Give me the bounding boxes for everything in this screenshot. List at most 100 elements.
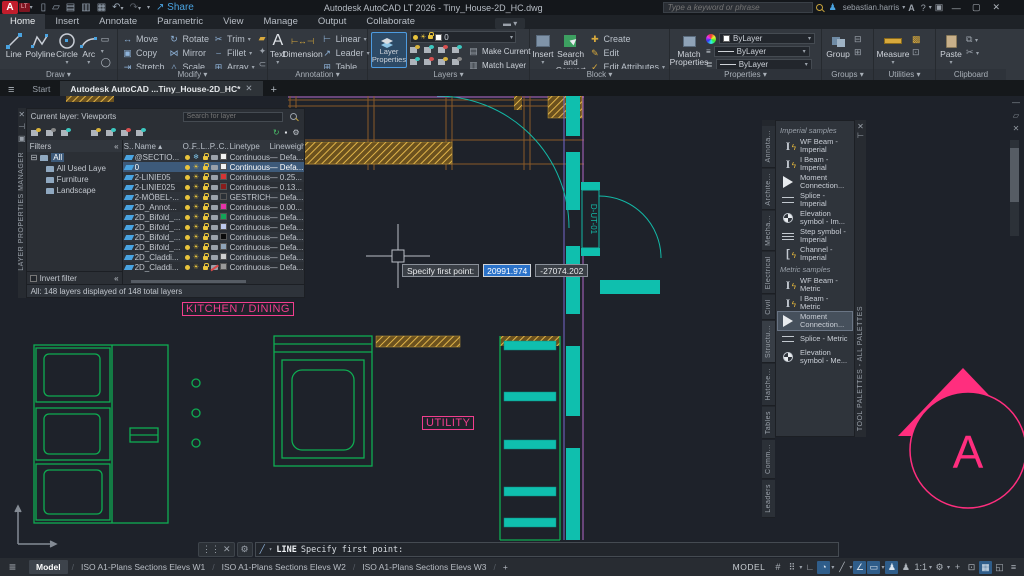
customization-gear-icon-caret[interactable]: ▾ (947, 564, 950, 571)
layer-hscrollbar[interactable] (131, 280, 247, 283)
ribbon-tab-home[interactable]: Home (0, 14, 45, 29)
annotation-scale-caret[interactable]: ▾ (929, 564, 932, 571)
canvas-scrollbar[interactable] (1010, 140, 1019, 236)
help-caret-icon[interactable]: ▾ (929, 4, 932, 11)
autoscale-icon[interactable]: ♟ (899, 561, 912, 574)
layout-tab-2[interactable]: ISO A1-Plans Sections Elevs W2 (215, 562, 353, 572)
fillet-button[interactable]: ⌣Fillet ▾ (213, 47, 255, 59)
toggle-override-icon[interactable]: ▪ (285, 128, 288, 137)
new-layer-icon[interactable] (91, 128, 101, 137)
layer-list-header[interactable]: S.. Name ▴ O.. F.. L.. P.. C.. Linetype … (123, 140, 304, 152)
new-file-tab-button[interactable]: + (263, 84, 285, 96)
filter-tree-node[interactable]: Landscape (27, 185, 122, 196)
help-icon[interactable]: ? (921, 3, 926, 13)
new-layer-vp-icon[interactable] (106, 128, 116, 137)
command-customize-chip[interactable]: ⚙ (237, 542, 253, 557)
layer-palette-autohide-icon[interactable]: ⊣ (18, 122, 25, 131)
help-search-input[interactable] (663, 2, 813, 13)
layer-row[interactable]: 2D_Bifold_...☀Continuous— Defa... (123, 222, 304, 232)
explode-icon[interactable]: ✦ (259, 46, 267, 57)
layer-plot-icon[interactable] (210, 213, 219, 222)
rotate-button[interactable]: ↻Rotate (169, 33, 210, 45)
delete-layer-icon[interactable] (121, 128, 131, 137)
layer-freeze-icon[interactable]: ☀ (192, 213, 201, 221)
layer-plot-icon[interactable] (210, 203, 219, 212)
layer-unisolate-icon[interactable] (452, 45, 462, 54)
id-point-icon[interactable]: ⊡ (912, 47, 921, 58)
command-close-icon[interactable]: ✕ (223, 544, 231, 555)
measure-button[interactable]: Measure▾ (876, 32, 910, 67)
tool-palette-tab-comm[interactable]: Comm... (762, 440, 775, 479)
close-button[interactable]: ✕ (986, 2, 1006, 13)
circle-caret-icon[interactable]: ▾ (66, 59, 69, 68)
panel-label-modify[interactable]: Modify ▾ (118, 69, 267, 80)
polar-tracking-icon[interactable]: ◔ (817, 561, 830, 574)
layer-freeze-icon[interactable]: ☀ (192, 243, 201, 251)
layer-off-icon[interactable] (410, 45, 420, 54)
ribbon-tab-manage[interactable]: Manage (254, 14, 308, 29)
user-icon[interactable]: ♟ (829, 2, 837, 13)
layer-freeze-icon[interactable]: ❄ (192, 153, 201, 161)
tool-palette-autohide-icon[interactable]: ⊢ (857, 131, 864, 140)
ribbon-tab-insert[interactable]: Insert (45, 14, 89, 29)
layer-plot-icon[interactable] (210, 263, 219, 272)
quick-calc-icon[interactable]: ▩ (912, 34, 921, 45)
panel-label-groups[interactable]: Groups ▾ (822, 69, 873, 80)
layer-color-swatch[interactable] (219, 193, 228, 202)
layer-color-swatch[interactable] (219, 183, 228, 192)
tool-palette-tab-structu[interactable]: Structu... (762, 321, 775, 363)
layer-palette-properties-icon[interactable]: ▣ (18, 134, 26, 143)
layer-palette-close-icon[interactable]: ✕ (18, 110, 25, 119)
minimize-button[interactable]: — (946, 3, 966, 13)
trim-button[interactable]: ✂Trim ▾ (213, 33, 255, 45)
maximize-button[interactable]: ▢ (966, 2, 986, 13)
erase-icon[interactable]: ▰ (259, 33, 267, 44)
layer-plot-icon[interactable] (210, 193, 219, 202)
tool-palette-close-icon[interactable]: ✕ (857, 122, 864, 131)
layer-row[interactable]: 2D_Claddi...☀Continuous— Defa... (123, 262, 304, 272)
ortho-icon[interactable]: ∟ (803, 561, 816, 574)
layer-color-swatch[interactable] (219, 153, 228, 162)
user-caret-icon[interactable]: ▾ (902, 4, 905, 11)
ribbon-tab-collaborate[interactable]: Collaborate (356, 14, 425, 29)
dynamic-input-y-field[interactable]: -27074.202 (535, 264, 588, 277)
customization-gear-icon[interactable]: ⚙ (933, 561, 946, 574)
lineweight-dropdown[interactable]: ByLayer▾ (714, 46, 810, 57)
layer-on-icon[interactable] (183, 183, 192, 192)
layer-plot-icon[interactable] (210, 233, 219, 242)
cut-icon[interactable]: ✂ ▾ (966, 47, 979, 58)
file-tab-drawing[interactable]: Autodesk AutoCAD ...Tiny_House-2D_HC* ✕ (60, 81, 262, 96)
filter-tree-node[interactable]: All Used Laye (27, 163, 122, 174)
tool-palette-tab-hatche[interactable]: Hatche... (762, 364, 775, 406)
layer-on-icon[interactable] (183, 213, 192, 222)
layer-row[interactable]: 2D_Bifold_...☀Continuous— Defa... (123, 232, 304, 242)
tool-palette-tab-tables[interactable]: Tables (762, 407, 775, 439)
layer-unlock-icon[interactable] (438, 57, 448, 66)
layer-color-swatch[interactable] (219, 223, 228, 232)
tool-palette-item[interactable]: Step symbol - Imperial (778, 227, 852, 245)
tool-palette-tab-civil[interactable]: Civil (762, 295, 775, 320)
tool-palette-item[interactable]: Splice - Metric (778, 330, 852, 348)
new-layer-filter-icon[interactable] (31, 128, 41, 137)
layout-tab-1[interactable]: ISO A1-Plans Sections Elevs W1 (74, 562, 212, 572)
filter-tree-node[interactable]: Furniture (27, 174, 122, 185)
drawing-minimize-icon[interactable]: — (1012, 98, 1020, 107)
color-dropdown[interactable]: ByLayer▾ (719, 33, 815, 44)
panel-label-annotation[interactable]: Annotation ▾ (268, 69, 367, 80)
layer-states-icon[interactable] (61, 128, 71, 137)
circle-button[interactable]: Circle ▾ (55, 32, 79, 67)
autocad-logo-icon[interactable]: A (2, 1, 18, 14)
layer-on-icon[interactable] (183, 223, 192, 232)
layer-lock-icon[interactable] (201, 173, 210, 182)
drawing-close-icon[interactable]: ✕ (1013, 124, 1020, 133)
group-button[interactable]: Group (824, 32, 852, 59)
open-icon[interactable]: ▱ (52, 2, 60, 13)
layer-dropdown[interactable]: ☀ 0 ▾ (410, 31, 516, 43)
search-convert-button[interactable]: ▶ Search and Convert (554, 32, 588, 74)
layer-color-swatch[interactable] (219, 203, 228, 212)
invert-filter-row[interactable]: Invert filter « (27, 271, 122, 284)
layer-plot-icon[interactable] (210, 253, 219, 262)
layer-freeze-icon[interactable]: ☀ (192, 263, 201, 271)
layer-lock-icon[interactable] (201, 213, 210, 222)
collapse-filters-icon[interactable]: « (114, 142, 118, 151)
